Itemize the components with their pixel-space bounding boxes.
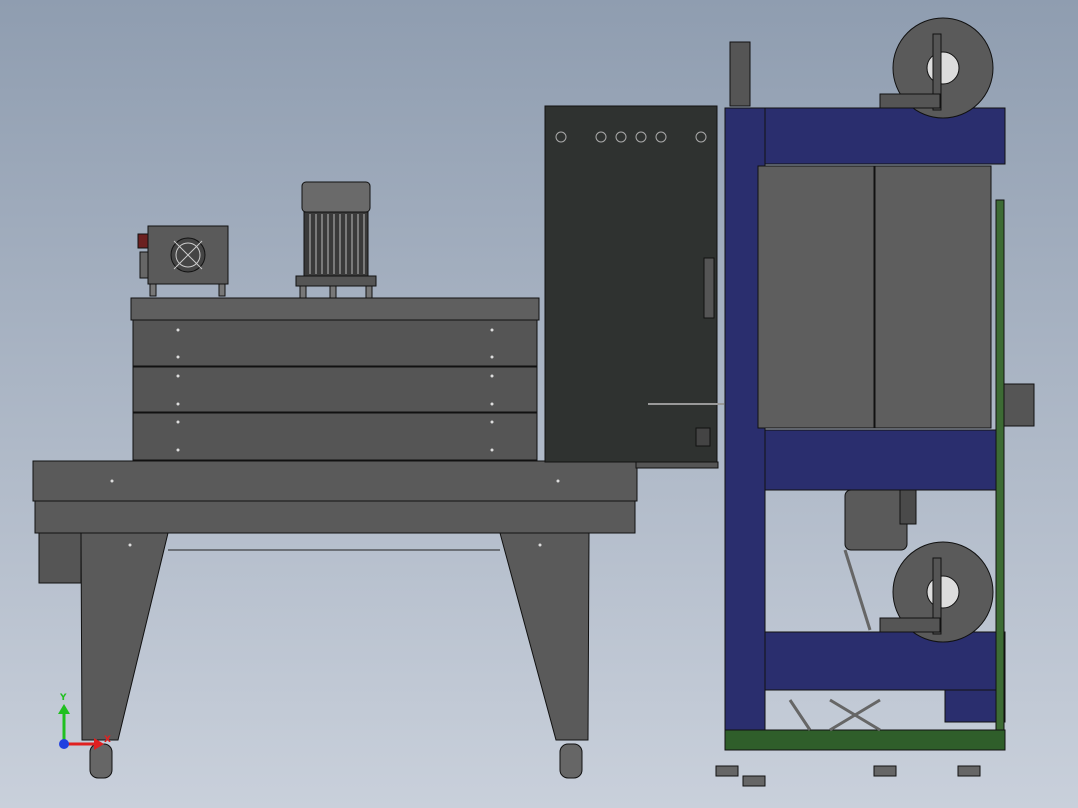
electrical-cabinet <box>544 105 724 469</box>
axis-origin <box>59 739 69 749</box>
base-frame <box>724 729 1006 751</box>
axis-y-label: Y <box>59 693 67 703</box>
caster-wheel <box>89 743 113 779</box>
axis-x-label: X <box>104 735 111 745</box>
side-box <box>1001 383 1035 427</box>
motor <box>295 181 377 299</box>
caster-wheel <box>559 743 583 779</box>
side-rail <box>995 199 1005 731</box>
lower-motor <box>844 489 908 551</box>
vertical-post <box>729 41 751 107</box>
sealer-door-panels <box>757 165 992 429</box>
cad-viewport[interactable]: Y X <box>0 0 1078 808</box>
heat-shrink-tunnel <box>130 297 540 461</box>
